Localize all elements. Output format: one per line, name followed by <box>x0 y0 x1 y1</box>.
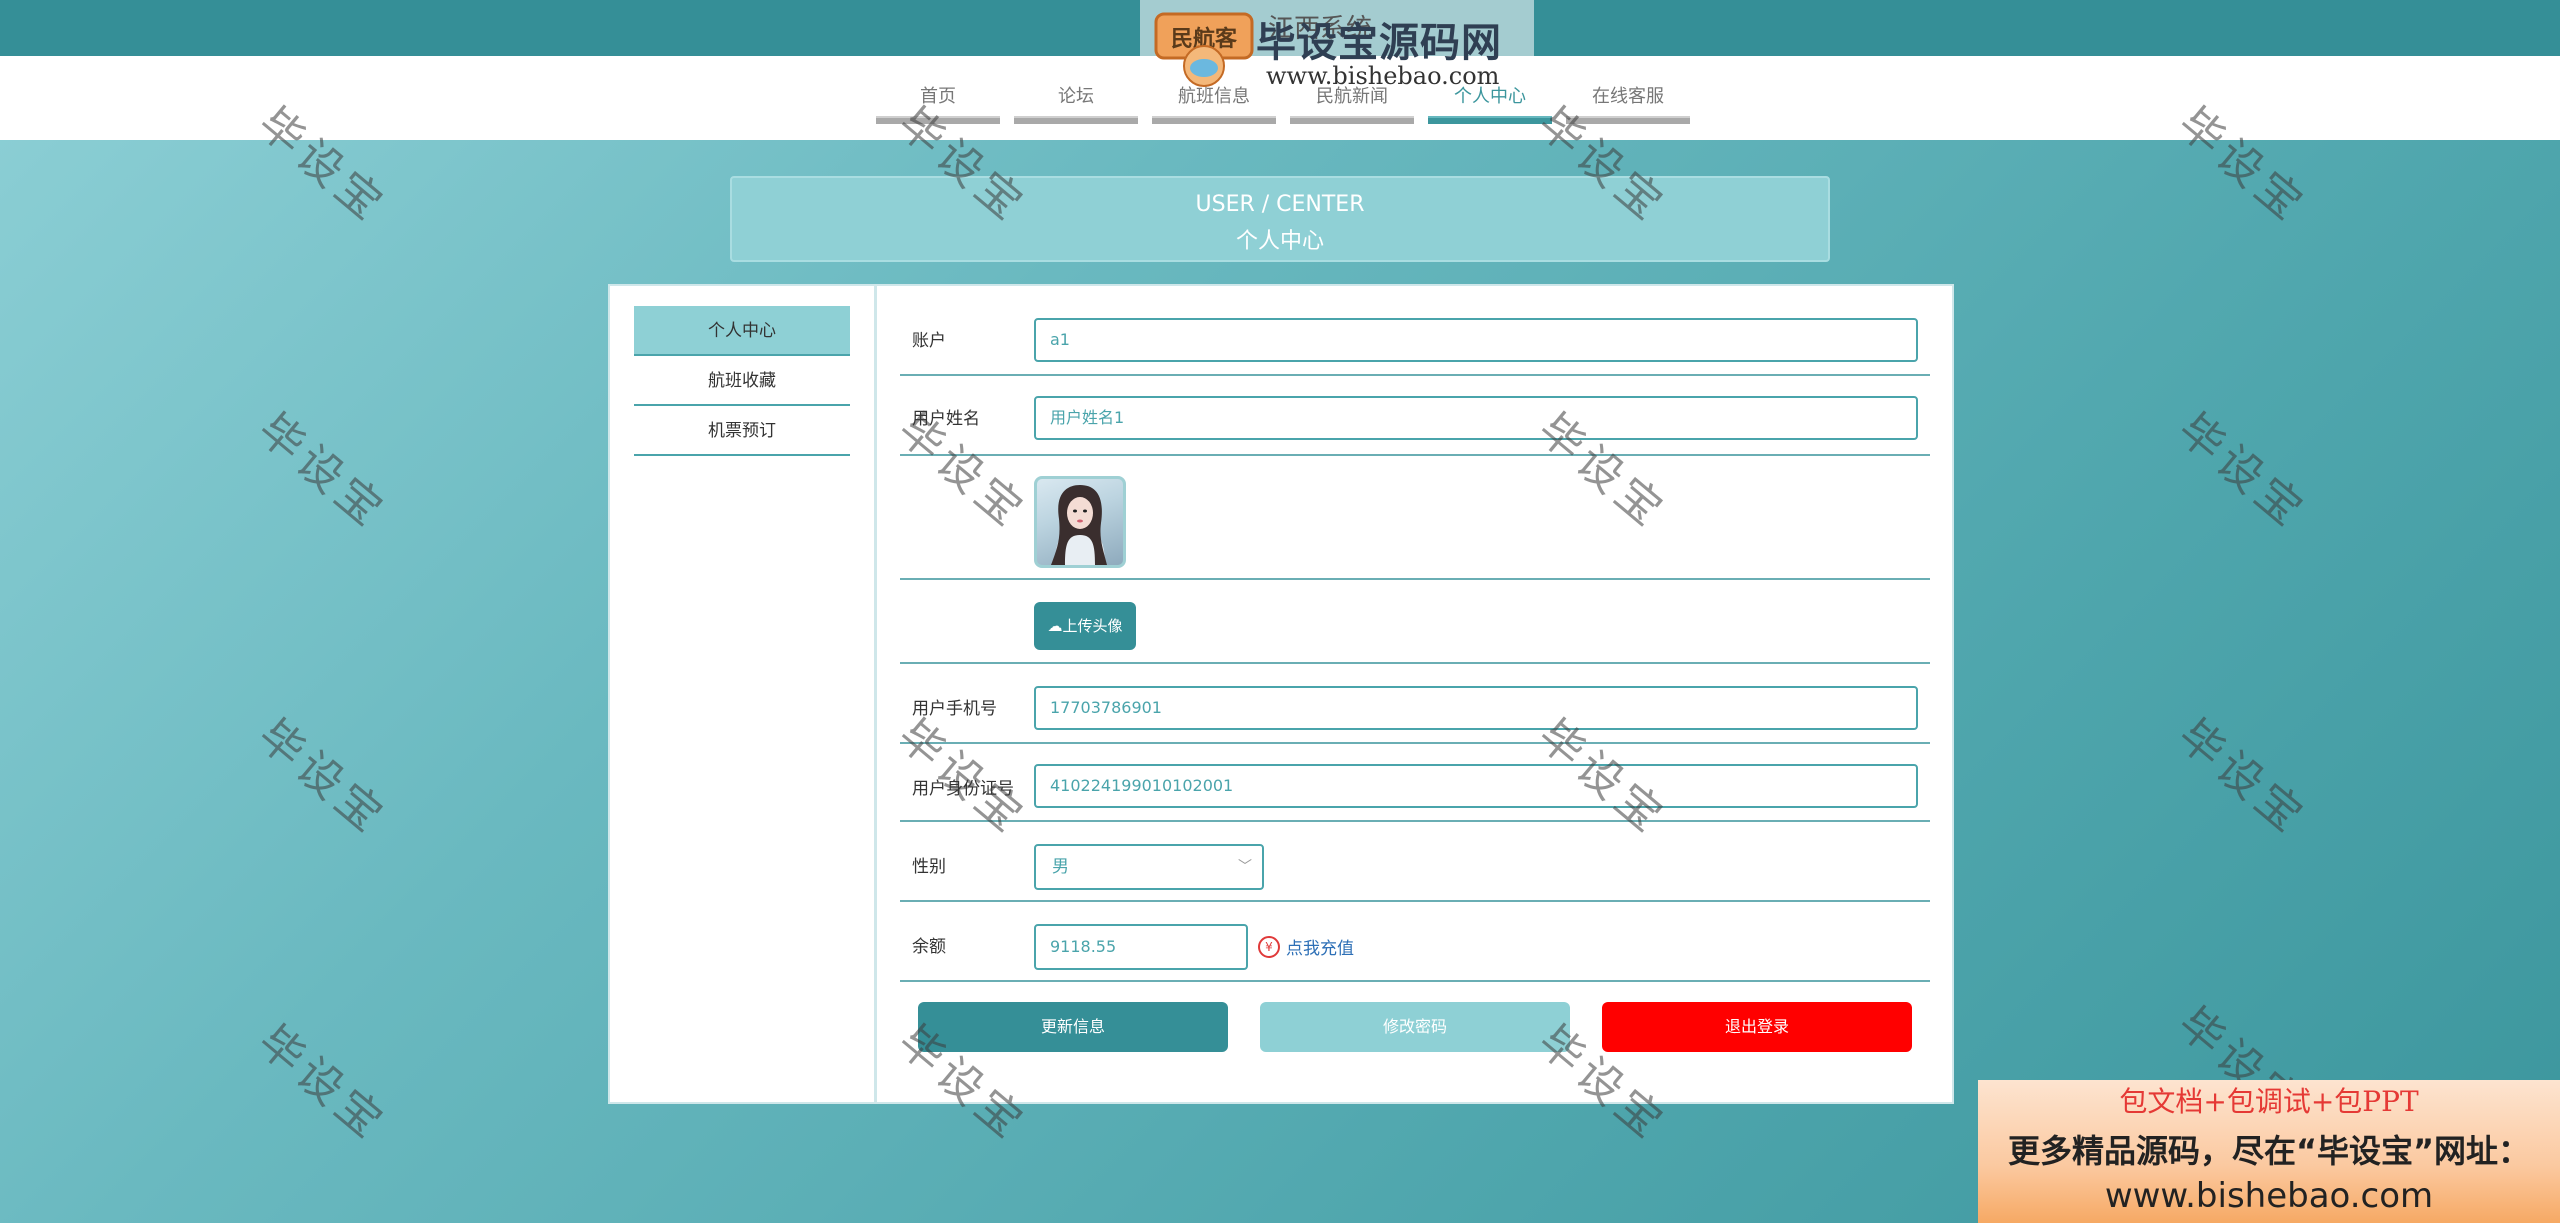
phone-input[interactable]: 17703786901 <box>1034 686 1918 730</box>
watermark: 毕设宝 <box>248 1015 396 1152</box>
cloud-upload-icon: ☁ <box>1047 617 1063 635</box>
nav-underline <box>876 116 1000 124</box>
id-card-label: 用户身份证号 <box>912 779 1014 799</box>
form-row-phone: 用户手机号 17703786901 <box>900 664 1930 744</box>
nav-item-home[interactable]: 首页 <box>876 80 1000 124</box>
recharge-label: 点我充值 <box>1286 939 1354 959</box>
nav-item-forum[interactable]: 论坛 <box>1014 80 1138 124</box>
form-row-account: 账户 a1 <box>900 306 1930 376</box>
logout-button[interactable]: 退出登录 <box>1602 1002 1912 1052</box>
upload-button-label: 上传头像 <box>1062 617 1123 635</box>
username-label: 用户姓名 <box>912 409 980 429</box>
yen-icon: ¥ <box>1258 935 1280 958</box>
recharge-link[interactable]: ¥ 点我充值 <box>1258 934 1354 959</box>
balance-input[interactable]: 9118.55 <box>1034 924 1248 970</box>
banner-title-cn: 个人中心 <box>1235 229 1324 254</box>
sidebar-item-ticket-booking[interactable]: 机票预订 <box>634 406 850 456</box>
sidebar-menu: 个人中心 航班收藏 机票预订 <box>634 306 850 456</box>
sidebar-item-flight-favorites[interactable]: 航班收藏 <box>634 356 850 406</box>
banner-title-en: USER / CENTER <box>1195 192 1365 217</box>
sidebar-divider <box>874 286 877 1102</box>
form-row-id-card: 用户身份证号 410224199010102001 <box>900 744 1930 822</box>
nav-item-label: 首页 <box>920 86 956 107</box>
update-info-button[interactable]: 更新信息 <box>918 1002 1228 1052</box>
chevron-down-icon: ﹀ <box>1238 859 1252 875</box>
promo-line-2: 更多精品源码，尽在“毕设宝”网址： <box>2007 1132 2531 1170</box>
form-row-username: 用户姓名 用户姓名1 <box>900 376 1930 456</box>
change-password-button[interactable]: 修改密码 <box>1260 1002 1570 1052</box>
promo-line-3: www.bishebao.com <box>2104 1176 2434 1216</box>
logo-emblem-icon: 民航客 <box>1154 12 1254 87</box>
nav-item-label: 在线客服 <box>1592 86 1664 107</box>
page-banner: USER / CENTER 个人中心 <box>730 176 1830 262</box>
watermark: 毕设宝 <box>248 403 396 540</box>
nav-underline <box>1014 116 1138 124</box>
username-input[interactable]: 用户姓名1 <box>1034 396 1918 440</box>
watermark: 毕设宝 <box>2168 709 2316 846</box>
logo-url: www.bishebao.com <box>1266 62 1500 90</box>
watermark: 毕设宝 <box>2168 403 2316 540</box>
avatar <box>1034 476 1126 568</box>
nav-underline <box>1290 116 1414 124</box>
promo-banner[interactable]: 包文档+包调试+包PPT 更多精品源码，尽在“毕设宝”网址： www.bishe… <box>1978 1080 2560 1223</box>
logo-title: 毕设宝源码网 <box>1256 20 1502 66</box>
sidebar-item-user-center[interactable]: 个人中心 <box>634 306 850 356</box>
gender-select[interactable]: 男 ﹀ <box>1034 844 1264 890</box>
watermark: 毕设宝 <box>248 709 396 846</box>
nav-item-label: 航班信息 <box>1178 86 1250 107</box>
upload-avatar-button[interactable]: ☁上传头像 <box>1034 602 1136 650</box>
balance-label: 余额 <box>912 937 946 957</box>
account-label: 账户 <box>912 331 946 351</box>
gender-value: 男 <box>1052 857 1069 877</box>
account-input[interactable]: a1 <box>1034 318 1918 362</box>
phone-label: 用户手机号 <box>912 699 997 719</box>
nav-underline <box>1428 116 1552 124</box>
avatar-image-icon <box>1051 485 1107 565</box>
id-card-input[interactable]: 410224199010102001 <box>1034 764 1918 808</box>
nav-underline <box>1152 116 1276 124</box>
nav-underline <box>1566 116 1690 124</box>
nav-item-support[interactable]: 在线客服 <box>1566 80 1690 124</box>
gender-label: 性别 <box>912 857 946 877</box>
promo-line-1: 包文档+包调试+包PPT <box>2119 1085 2419 1118</box>
nav-item-label: 论坛 <box>1058 86 1094 107</box>
